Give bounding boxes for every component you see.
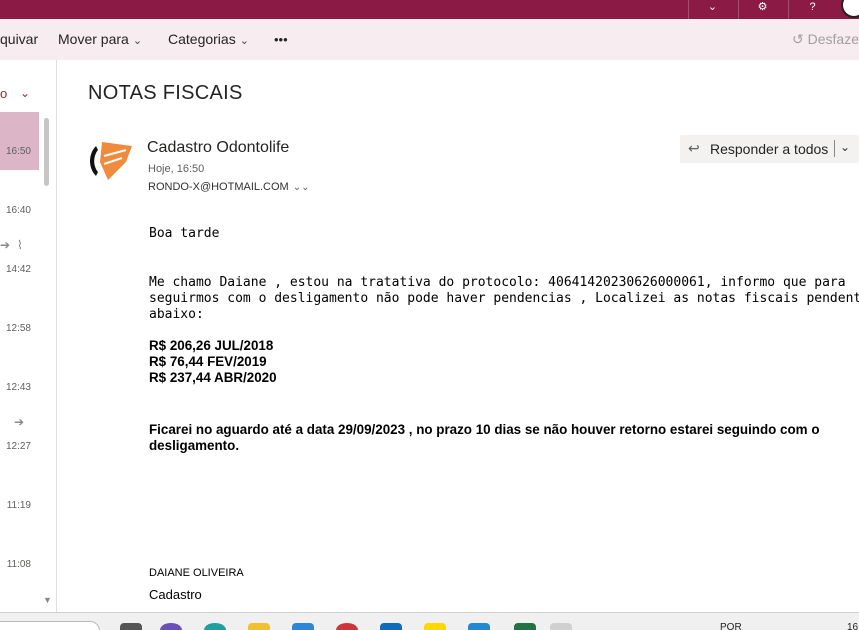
signature-name: DAIANE OLIVEIRA: [149, 567, 244, 579]
message-list: o ⌄ 16:50 16:40 ➔ ⌇ 14:42 12:58 12:43 ➔ …: [0, 60, 57, 612]
sticky-notes-icon[interactable]: [424, 623, 446, 630]
categories-button[interactable]: Categorias ⌄: [168, 31, 249, 47]
undo-icon: ↺: [792, 31, 808, 47]
selected-message-item[interactable]: [0, 112, 39, 170]
taskbar-search-box[interactable]: [0, 621, 100, 630]
categories-label: Categorias: [168, 31, 236, 47]
sender-logo: [86, 132, 138, 184]
body-paragraph-line: abaixo:: [149, 307, 204, 322]
message-time: 16:50: [5, 146, 31, 157]
recipient-address: RONDO-X@HOTMAIL.COM: [148, 181, 289, 193]
message-time: 12:43: [5, 382, 31, 393]
odontolife-logo-icon: [90, 142, 132, 180]
body-greeting: Boa tarde: [149, 226, 220, 241]
chevron-down-icon: ⌄: [239, 35, 249, 47]
app-icon[interactable]: [380, 623, 402, 630]
divider: [834, 140, 835, 157]
message-time: 14:42: [5, 264, 31, 275]
reply-all-button[interactable]: ↩ Responder a todos ⌄: [680, 135, 859, 163]
store-icon[interactable]: [292, 623, 314, 630]
lightbulb-icon[interactable]: ⌄: [688, 0, 736, 19]
file-explorer-icon[interactable]: [248, 623, 270, 630]
expand-recipients-icon[interactable]: ⌄⌄: [293, 182, 310, 193]
message-time: 11:08: [6, 559, 31, 570]
forward-icon: ➔: [0, 238, 11, 252]
body-paragraph-line: Me chamo Daiane , estou na tratativa do …: [149, 275, 846, 290]
invoice-line: R$ 206,26 JUL/2018: [149, 338, 274, 353]
signature-role: Cadastro: [149, 587, 202, 602]
task-view-icon[interactable]: [120, 623, 142, 630]
move-to-label: Mover para: [58, 31, 129, 47]
invoice-line: R$ 76,44 FEV/2019: [149, 354, 267, 369]
language-indicator[interactable]: POR: [720, 622, 742, 630]
reading-pane: NOTAS FISCAIS Cadastro Odontolife Hoje, …: [58, 60, 859, 612]
os-taskbar: POR 16: [0, 612, 859, 630]
filter-label[interactable]: o: [0, 86, 7, 101]
reply-all-label: Responder a todos: [710, 141, 829, 157]
move-to-button[interactable]: Mover para ⌄: [58, 31, 142, 47]
scrollbar-thumb[interactable]: [44, 118, 49, 186]
body-paragraph-line: seguirmos com o desligamento não pode ha…: [149, 291, 859, 306]
clock[interactable]: 16: [847, 622, 858, 630]
edge-icon[interactable]: [204, 623, 226, 630]
app-icon[interactable]: [468, 623, 490, 630]
scroll-down-icon[interactable]: ▼: [43, 595, 52, 605]
archive-label: quivar: [0, 31, 39, 47]
active-app-icon[interactable]: [550, 623, 572, 630]
help-icon[interactable]: ?: [788, 0, 836, 19]
closing-line: desligamento.: [149, 438, 240, 453]
settings-icon[interactable]: ⚙: [738, 0, 786, 19]
chevron-down-icon[interactable]: ⌄: [20, 86, 30, 100]
command-bar: quivar Mover para ⌄ Categorias ⌄ ••• ↺ Des…: [0, 19, 859, 60]
message-time: 16:40: [5, 205, 31, 216]
more-actions-button[interactable]: •••: [274, 32, 288, 47]
undo-label: Desfaze: [807, 31, 859, 47]
archive-button[interactable]: quivar: [0, 31, 38, 47]
app-header: ⌄ ⚙ ?: [0, 0, 859, 19]
invoice-line: R$ 237,44 ABR/2020: [149, 370, 277, 385]
excel-icon[interactable]: [514, 623, 536, 630]
sender-name[interactable]: Cadastro Odontolife: [147, 139, 289, 157]
message-subject: NOTAS FISCAIS: [88, 82, 243, 104]
sent-time: Hoje, 16:50: [148, 163, 205, 175]
account-avatar[interactable]: [841, 0, 859, 18]
message-time: 12:58: [5, 323, 31, 334]
undo-button[interactable]: ↺ Desfaze: [792, 31, 859, 48]
forward-icon: ➔: [14, 415, 25, 429]
message-time: 12:27: [5, 441, 31, 452]
chevron-down-icon[interactable]: ⌄: [840, 140, 850, 154]
closing-line: Ficarei no aguardo até a data 29/09/2023…: [149, 422, 820, 437]
app-icon[interactable]: [160, 623, 182, 630]
chrome-icon[interactable]: [336, 623, 358, 630]
message-time: 11:19: [6, 500, 31, 511]
attachment-icon: ⌇: [17, 238, 23, 252]
chevron-down-icon: ⌄: [132, 35, 143, 47]
recipient-line[interactable]: RONDO-X@HOTMAIL.COM ⌄⌄: [148, 181, 310, 193]
reply-all-icon: ↩: [688, 140, 700, 156]
more-icon: •••: [274, 32, 288, 47]
